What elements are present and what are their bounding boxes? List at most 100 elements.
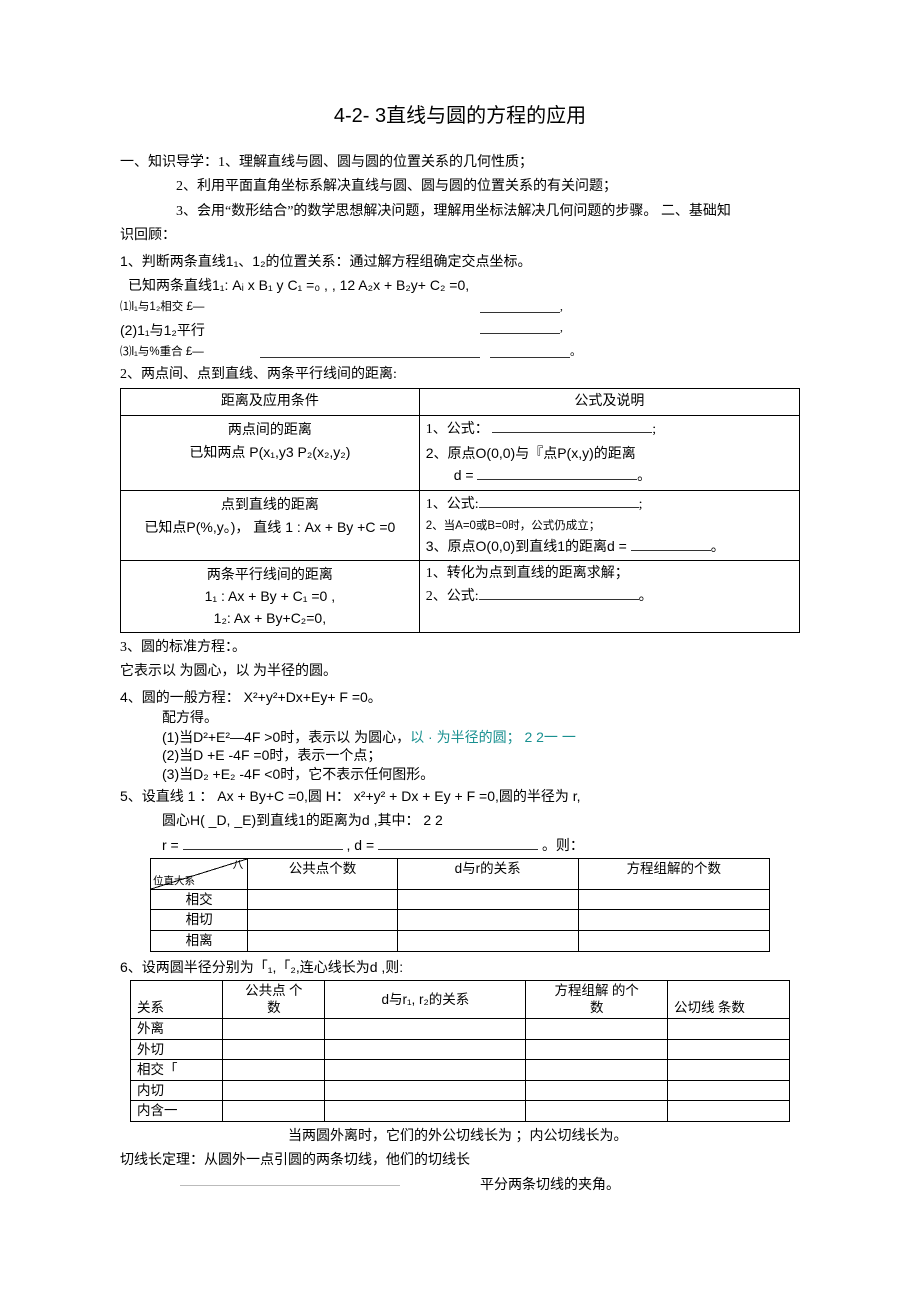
t1-r2c2-3b [631,536,711,551]
q1-given: 已知两条直线1₁: Aᵢ x B₁ y C₁ =₀ , , 12 A₂x + B… [120,274,800,296]
t3-h1: 关系 [131,980,223,1018]
t1-h1: 距离及应用条件 [121,388,420,415]
t3-h4a: 方程组解 的个 [532,982,661,1000]
guide-2: 2、利用平面直角坐标系解决直线与圆、圆与圆的位置关系的有关问题； [120,176,800,198]
t2-r2: 相切 [151,910,248,931]
t1-r1c2: 1、公式： ; 2、原点O(0,0)与『点P(x,y)的距离 d = 。 [419,416,799,491]
t1-r1c2-1e: ; [652,422,656,437]
t1-r1c2-3e: 。 [637,469,651,484]
t1-r1c2-3b [477,465,637,480]
t1-r2c2-1: 1、公式: [426,497,479,512]
t1-r2c1: 点到直线的距离 已知点P(%,y。)， 直线 1 : Ax + By +C =0 [121,491,420,560]
t1-r3c2-2: 2、公式: [426,589,479,604]
t1-r3c2: 1、转化为点到直线的距离求解； 2、公式: 。 [419,560,799,632]
t1-r1c2-1b [492,418,652,433]
t1-r3c1: 两条平行线间的距离 1₁ : Ax + By + C₁ =0 , 1₂: Ax … [121,560,420,632]
tail-c-row: 平分两条切线的夹角。 [120,1175,800,1197]
t1-r3c1b: 1₁ : Ax + By + C₁ =0 , [127,585,413,607]
q3-a: 3、圆的标准方程：。 [120,637,800,659]
t2-r1: 相交 [151,889,248,910]
q4-c1: (1)当D²+E²—4F >0时，表示以 为圆心， [162,729,410,745]
q1-c2-blank [480,319,560,334]
q1-c1-blank [480,298,560,313]
q1-c2: (2)1₁与1₂平行 , [120,319,800,341]
q1-c3-right: 。 [570,343,582,361]
t1-r1c2-2: 2、原点O(0,0)与『点P(x,y)的距离 [426,442,793,464]
q1-c3-blank2 [490,343,570,358]
guide-head: 一、知识导学： [120,155,218,170]
guide-line-1: 一、知识导学：1、理解直线与圆、圆与圆的位置关系的几何性质； [120,152,800,174]
two-circle-table: 关系 公共点 个 数 d与r₁, r₂的关系 方程组解 的个 数 公切线 条数 … [130,980,790,1122]
q6-head: 6、设两圆半径分别为「₁,「₂,连心线长为d ,则: [120,956,800,978]
q4-a: 4、圆的一般方程： X²+y²+Dx+Ey+ F =0。 [120,686,800,708]
q4-c3: (3)当D₂ +E₂ -4F <0时，它不表示任何图形。 [162,765,800,783]
q1-c2-left: (2)1₁与1₂平行 [120,319,300,341]
t3-r4: 内切 [131,1080,223,1101]
t3-h2a: 公共点 个 [229,982,318,1000]
t3-r1: 外离 [131,1019,223,1040]
t2-h1a: 八 [233,859,244,873]
q5-a: 5、设直线 1 ： Ax + By+C =0,圆 H： x²+y² + Dx +… [120,785,800,807]
t3-h4: 方程组解 的个 数 [526,980,668,1018]
q5-c-r: 。则： [542,837,584,853]
guide-3-line: 3、会用“数形结合”的数学思想解决问题，理解用坐标法解决几何问题的步骤。 二、基… [120,201,800,223]
q5-c: r = , d = 。则： [120,834,800,856]
q1-c2-right: , [560,319,563,341]
t1-r2c2-3: 3、原点O(0,0)到直线1的距离d = [426,538,627,554]
t2-h3: d与r的关系 [397,858,578,889]
t3-h2: 公共点 个 数 [223,980,325,1018]
t1-r3c1c: 1₂: Ax + By+C₂=0, [127,607,413,629]
t1-r1c2-1: 1、公式： [426,422,489,437]
q5-c-m: , d = [347,837,375,853]
q1-c1-right: , [560,298,563,316]
t1-r3c2-1: 1、转化为点到直线的距离求解； [426,563,793,585]
q4-block: 配方得。 (1)当D²+E²—4F >0时，表示以 为圆心，以 · 为半径的圆；… [120,710,800,783]
q1-c3: ⑶l₁与%重合 £— 。 [120,343,800,361]
t1-r1c1b: 已知两点 P(x₁,y3 P₂(x₂,y₂) [127,441,413,463]
t1-r1c1: 两点间的距离 已知两点 P(x₁,y3 P₂(x₂,y₂) [121,416,420,491]
guide-1: 1、理解直线与圆、圆与圆的位置关系的几何性质； [218,155,533,170]
q4-c1t: 以 · 为半径的圆； 2 2一 一 [410,729,576,745]
line-circle-table: 八 位直大系 公共点个数 d与r的关系 方程组解的个数 相交 相切 相离 [150,858,770,952]
t1-r2c2-1b [479,493,639,508]
distance-table: 距离及应用条件 公式及说明 两点间的距离 已知两点 P(x₁,y3 P₂(x₂,… [120,388,800,633]
t2-diag: 八 位直大系 [151,858,248,889]
q3-b: 它表示以 为圆心，以 为半径的圆。 [120,661,800,683]
t2-r3: 相离 [151,931,248,952]
q5-c-b2 [378,835,538,850]
t1-r3c1a: 两条平行线间的距离 [127,563,413,585]
q4-c2: (2)当D +E -4F =0时，表示一个点； [162,746,800,764]
q1-head: 1、判断两条直线1₁、1₂的位置关系：通过解方程组确定交点坐标。 [120,250,800,272]
t1-h2: 公式及说明 [419,388,799,415]
q1-c1-left: ⑴l₁与1₂相交 £— [120,298,300,316]
guide-3b: 二、基础知 [661,204,731,219]
q4-b: 配方得。 [162,710,800,728]
t3-r2: 外切 [131,1039,223,1060]
t3-r5: 内含一 [131,1101,223,1122]
t3-r3: 相交「 [131,1060,223,1081]
t1-r1c1a: 两点间的距离 [127,418,413,440]
t1-r2c1a: 点到直线的距离 [127,493,413,515]
q1-c1: ⑴l₁与1₂相交 £— , [120,298,800,316]
t1-r2c2-2: 2、当A=0或B=0时，公式仍成立； [426,517,793,535]
q2-head: 2、两点间、点到直线、两条平行线间的距离: [120,364,800,386]
guide-3a: 3、会用“数形结合”的数学思想解决问题，理解用坐标法解决几何问题的步骤。 [176,204,657,219]
t2-h2: 公共点个数 [248,858,398,889]
tail-c-blank [180,1175,400,1187]
page-title: 4-2- 3直线与圆的方程的应用 [120,100,800,132]
t3-h4b: 数 [532,999,661,1017]
t2-h4: 方程组解的个数 [578,858,769,889]
tail-b: 切线长定理：从圆外一点引圆的两条切线，他们的切线长 [120,1150,800,1172]
t2-h1b: 位直大系 [153,875,195,889]
q5-b: 圆心H( _D, _E)到直线1的距离为d ,其中： 2 2 [120,809,800,831]
t1-r1c2-3: d = [454,467,474,483]
tail-c: 平分两条切线的夹角。 [480,1175,620,1197]
t1-r3c2-2e: 。 [639,589,653,604]
q1-c3-left: ⑶l₁与%重合 £— [120,343,260,361]
t1-r2c2-3e: 。 [711,538,725,554]
guide-3c: 识回顾： [120,225,800,247]
t1-r2c1b: 已知点P(%,y。)， 直线 1 : Ax + By +C =0 [127,516,413,538]
t3-h2b: 数 [229,999,318,1017]
t1-r3c2-2b [479,585,639,600]
q5-c-l: r = [162,837,179,853]
